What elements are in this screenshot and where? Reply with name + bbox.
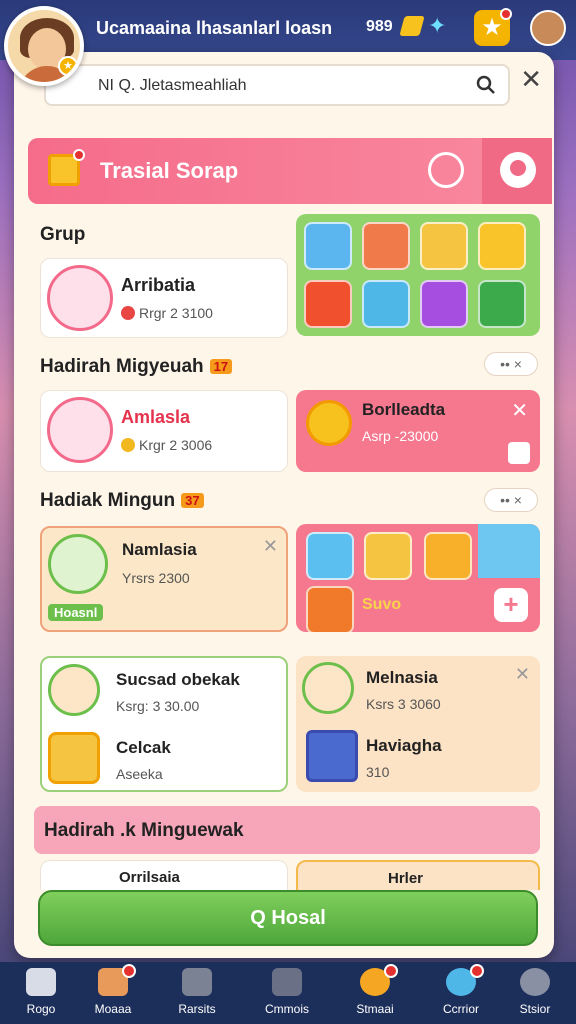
tile-leaf[interactable]: [478, 280, 526, 328]
shop-card[interactable]: Suvo +: [296, 524, 540, 632]
friend-avatar: [48, 664, 100, 716]
search-button[interactable]: [428, 152, 464, 188]
panel-header: Trasial Sorap: [28, 138, 552, 204]
nav-item-mail[interactable]: Moaaa: [72, 962, 154, 1024]
nav-item-events[interactable]: Stmaai: [334, 962, 416, 1024]
home-icon: [26, 968, 56, 996]
card-name: Amlasla: [121, 407, 191, 427]
tile-book[interactable]: [304, 280, 352, 328]
close-icon[interactable]: ✕: [520, 66, 542, 92]
more-button[interactable]: •• ×: [484, 352, 538, 376]
user-avatar[interactable]: ★: [4, 6, 84, 86]
search-text: NI Q. Jletasmeahliah: [98, 77, 247, 94]
close-icon[interactable]: ✕: [511, 398, 528, 423]
gear-icon: [520, 968, 550, 996]
card-meta: Krgr 2 3006: [121, 437, 212, 453]
nav-item-chat[interactable]: Cmmois: [246, 962, 328, 1024]
tile-gem[interactable]: [420, 280, 468, 328]
tile-clock: [306, 586, 354, 632]
list-item[interactable]: Hrler: [296, 860, 540, 890]
card-meta: Aseeka: [116, 766, 163, 782]
friend-avatar: [302, 662, 354, 714]
level-badge-icon: ★: [58, 56, 78, 76]
more-button[interactable]: •• ×: [484, 488, 538, 512]
main-panel: NI Q. Jletasmeahliah ✕ Trasial Sorap Gru…: [14, 52, 554, 958]
nav-item-home[interactable]: Rogo: [0, 962, 82, 1024]
reward-grid: [296, 214, 540, 336]
badge-icon: [48, 732, 100, 784]
tile-gift: [424, 532, 472, 580]
play-icon[interactable]: [508, 442, 530, 464]
tile-face[interactable]: [362, 222, 410, 270]
card-name: Borlleadta: [362, 400, 446, 419]
app-title: Ucamaaina lhasanlarl loasn: [96, 18, 333, 38]
group-avatar: [47, 265, 113, 331]
card-meta: Rrgr 2 3100: [121, 305, 213, 321]
coin-reward-card[interactable]: Borlleadta Asrp -23000 ✕: [296, 390, 540, 472]
tile-compass[interactable]: [362, 280, 410, 328]
card-name: Celcak: [116, 738, 171, 757]
tile-gift[interactable]: [478, 222, 526, 270]
section-weekly2-title: Hadiak Mingun 37: [40, 490, 204, 512]
friend-card[interactable]: Melnasia Ksrs 3 3060 ✕ Haviagha 310: [296, 656, 540, 792]
nav-item-social[interactable]: Ccrrior: [420, 962, 502, 1024]
primary-button[interactable]: Q Hosal: [38, 890, 538, 946]
card-meta: Ksrs 3 3060: [366, 696, 441, 712]
weekly-banner: Hadirah .k Minguewak: [34, 806, 540, 854]
card-name: Sucsad obekak: [116, 670, 240, 689]
tile-scroll: [306, 532, 354, 580]
weekly-card[interactable]: Amlasla Krgr 2 3006: [40, 390, 288, 472]
search-icon[interactable]: [476, 75, 496, 95]
bottom-nav: Rogo Moaaa Rarsits Cmmois Stmaai Ccrrior…: [0, 962, 576, 1024]
tile-envelope[interactable]: [304, 222, 352, 270]
coin-icon: [306, 400, 352, 446]
nav-item-settings[interactable]: Stsior: [494, 962, 576, 1024]
banner-title: Hadirah .k Minguewak: [44, 820, 244, 841]
card-meta: 310: [366, 764, 390, 780]
card-name: Haviagha: [366, 736, 442, 755]
card-meta: Yrsrs 2300: [122, 570, 190, 586]
tile-chest: [364, 532, 412, 580]
group-card[interactable]: Arribatia Rrgr 2 3100: [40, 258, 288, 338]
add-button[interactable]: +: [494, 588, 528, 622]
status-badge: Hoasnl: [48, 604, 104, 621]
friend-card[interactable]: Sucsad obekak Ksrg: 3 30.00 Celcak Aseek…: [40, 656, 288, 792]
card-meta: Asrp -23000: [362, 428, 439, 444]
tile-chest[interactable]: [420, 222, 468, 270]
card-meta: Ksrg: 3 30.00: [116, 698, 200, 714]
friend-avatar[interactable]: [530, 10, 566, 46]
gift-icon[interactable]: [48, 149, 85, 186]
section-grup-title: Grup: [40, 224, 86, 245]
player-avatar: [48, 534, 108, 594]
profile-button[interactable]: [482, 138, 552, 204]
box-icon: [182, 968, 212, 996]
star-button[interactable]: ★: [474, 8, 512, 46]
section-weekly-title: Hadirah Migyeuah 17: [40, 356, 233, 378]
chat-icon: [272, 968, 302, 996]
card-icon: [306, 730, 358, 782]
card-name: Arribatia: [121, 275, 196, 295]
card-name: Melnasia: [366, 668, 438, 687]
card-name: Namlasia: [122, 540, 197, 559]
player-card[interactable]: Namlasia Yrsrs 2300 Hoasnl ✕: [40, 526, 288, 632]
panel-title: Trasial Sorap: [100, 158, 239, 183]
gem-icon: ✦: [428, 13, 447, 38]
shop-label: Suvo: [362, 596, 402, 613]
list-item[interactable]: Orrilsaia: [40, 860, 288, 890]
search-input[interactable]: NI Q. Jletasmeahliah: [44, 64, 510, 106]
coin-count: 989: [366, 18, 393, 35]
nav-item-box[interactable]: Rarsits: [156, 962, 238, 1024]
weekly-avatar: [47, 397, 113, 463]
close-icon[interactable]: ✕: [515, 664, 530, 685]
close-icon[interactable]: ✕: [263, 536, 278, 557]
